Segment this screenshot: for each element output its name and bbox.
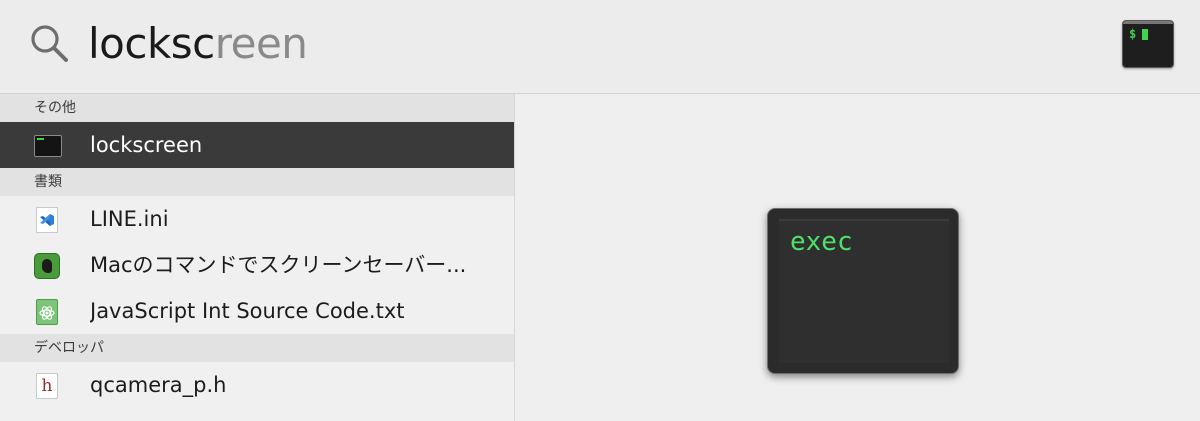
result-label: qcamera_p.h (90, 373, 227, 397)
search-completion-text: reen (214, 19, 308, 68)
result-lockscreen[interactable]: lockscreen (0, 122, 514, 168)
result-label: JavaScript Int Source Code.txt (90, 299, 405, 323)
header-file-icon: h (36, 373, 58, 399)
spotlight-window: lockscreen $ その他 lockscreen 書類 LINE.ini (0, 0, 1200, 421)
unix-executable-icon: exec (767, 208, 959, 374)
evernote-icon (34, 253, 60, 279)
search-icon (31, 25, 68, 62)
terminal-icon[interactable]: $ (1122, 20, 1174, 68)
section-header-documents: 書類 (0, 168, 514, 196)
result-line-ini[interactable]: LINE.ini (0, 196, 514, 242)
result-evernote-note[interactable]: Macのコマンドでスクリーンセーバー... (0, 242, 514, 288)
section-header-other: その他 (0, 94, 514, 122)
terminal-prompt: $ (1129, 27, 1137, 41)
unix-executable-icon (34, 135, 62, 157)
section-header-developer: デベロッパ (0, 334, 514, 362)
result-label: LINE.ini (90, 207, 169, 231)
search-typed-text: locksc (88, 19, 215, 68)
search-bar: lockscreen $ (0, 0, 1200, 94)
result-label: Macのコマンドでスクリーンセーバー... (90, 253, 467, 277)
text-document-icon (36, 299, 58, 325)
preview-pane: exec (515, 94, 1200, 421)
search-input[interactable]: lockscreen (88, 14, 308, 74)
vscode-document-icon (36, 207, 58, 233)
result-label: lockscreen (90, 133, 203, 157)
preview-icon-label: exec (790, 227, 853, 257)
result-javascript-txt[interactable]: JavaScript Int Source Code.txt (0, 288, 514, 334)
results-list: その他 lockscreen 書類 LINE.ini Macのコマンドでスクリー… (0, 94, 514, 421)
result-qcamera-h[interactable]: h qcamera_p.h (0, 362, 514, 408)
